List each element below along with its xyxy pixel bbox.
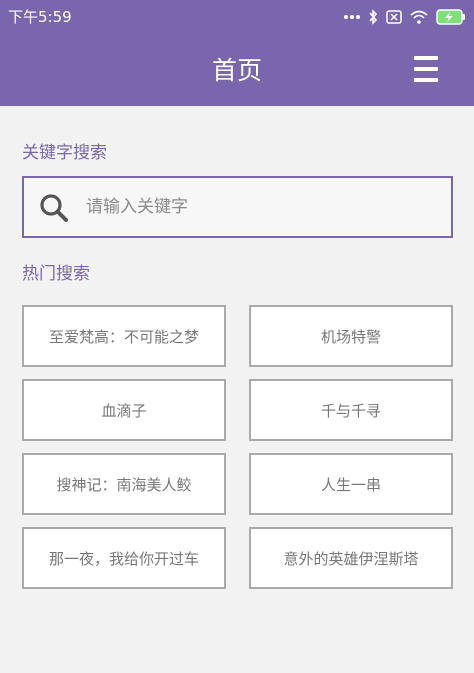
more-dots-icon [344,14,360,20]
hot-search-item[interactable]: 人生一串 [249,453,453,515]
search-input[interactable] [86,178,441,236]
battery-charging-icon [436,9,466,25]
search-icon[interactable] [38,192,70,224]
page-title: 首页 [211,56,262,85]
wifi-icon [410,10,428,24]
keyword-search-label: 关键字搜索 [22,143,107,163]
hot-search-item[interactable]: 千与千寻 [249,379,453,441]
hot-search-item[interactable]: 搜神记：南海美人鲛 [22,453,226,515]
hot-search-item[interactable]: 那一夜，我给你开过车 [22,527,226,589]
hot-search-item[interactable]: 血滴子 [22,379,226,441]
hamburger-menu-icon[interactable] [414,56,438,82]
hot-search-item[interactable]: 机场特警 [249,305,453,367]
status-bar: 下午5:59 [0,0,474,36]
sim-off-icon [386,10,402,24]
hot-search-item[interactable]: 意外的英雄伊涅斯塔 [249,527,453,589]
search-box[interactable] [22,176,453,238]
status-icons [344,8,466,26]
hot-search-label: 热门搜索 [22,264,90,284]
status-time: 下午5:59 [8,8,72,26]
app-bar: 首页 [0,36,474,106]
bluetooth-icon [368,9,378,25]
hot-search-item[interactable]: 至爱梵高：不可能之梦 [22,305,226,367]
